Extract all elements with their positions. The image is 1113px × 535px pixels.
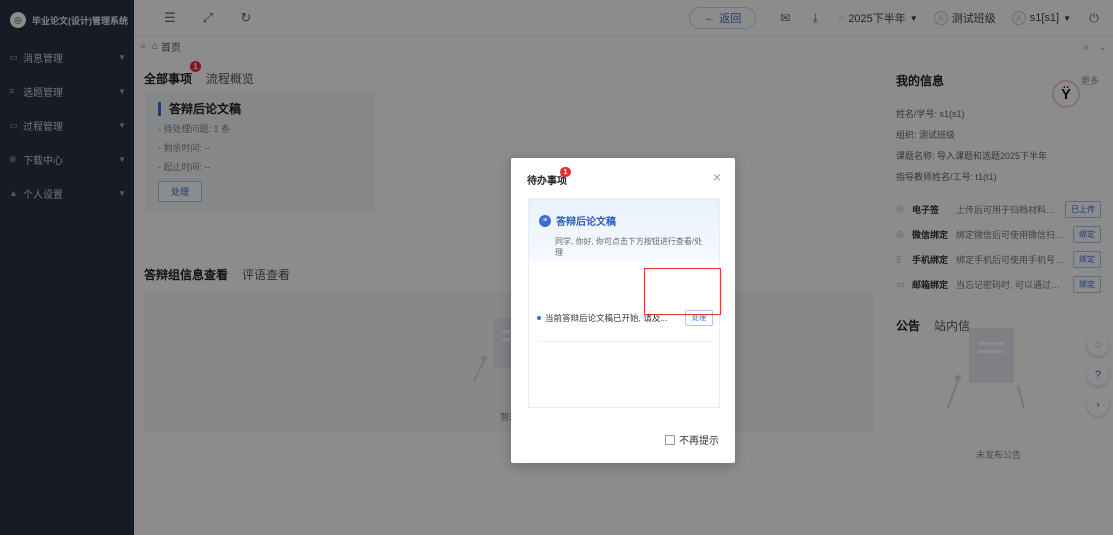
bullet-icon [537, 316, 541, 320]
no-remind-label: 不再提示 [679, 436, 719, 447]
modal-section-header: ≡ 答辩后论文稿 同学, 你好, 你可点击下方按钮进行查看/处理 [529, 199, 719, 263]
no-remind-checkbox[interactable]: 不再提示 [665, 432, 719, 447]
modal-section-title: ≡ 答辩后论文稿 [539, 213, 709, 228]
divider [537, 341, 713, 342]
document-icon: ≡ [539, 214, 551, 227]
modal-section-sub: 同学, 你好, 你可点击下方按钮进行查看/处理 [555, 237, 703, 257]
checkbox-icon[interactable] [665, 434, 675, 445]
modal-badge: 1 [560, 167, 571, 177]
modal-section-title-text: 答辩后论文稿 [556, 217, 616, 228]
highlight-annotation-box [644, 268, 721, 315]
close-icon[interactable]: × [713, 169, 721, 185]
